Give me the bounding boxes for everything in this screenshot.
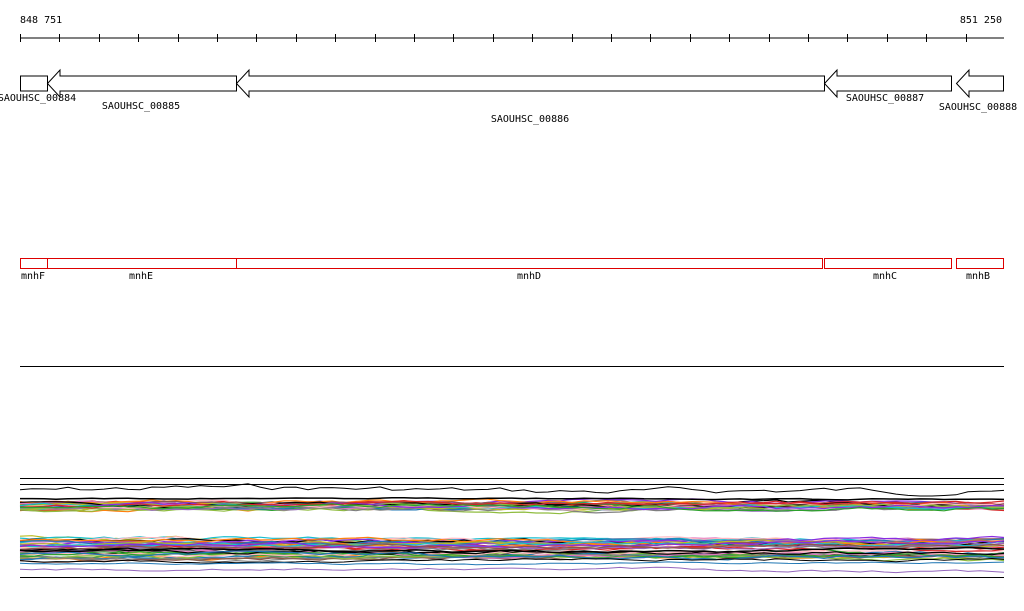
locus-label-00884: SAOUHSC_00884 — [0, 93, 76, 104]
locus-label-00887: SAOUHSC_00887 — [846, 93, 924, 104]
locus-label-00886: SAOUHSC_00886 — [491, 114, 569, 125]
gene-name-mnhB: mnhB — [966, 271, 990, 282]
gene-name-track: mnhF mnhE mnhD mnhC mnhB — [20, 258, 1004, 282]
expression-profile-line — [20, 497, 1005, 501]
name-box-mnhC[interactable] — [824, 258, 952, 269]
locus-label-00888: SAOUHSC_00888 — [939, 102, 1017, 113]
gene-arrow-00888[interactable] — [955, 68, 1004, 99]
name-box-mnhD[interactable] — [236, 258, 823, 269]
gene-SAOUHSC_00887[interactable]: SAOUHSC_00887 — [823, 68, 952, 104]
ruler-end-label: 851 250 — [960, 15, 1002, 26]
gene-name-mnhF: mnhF — [21, 271, 45, 282]
gene-name-mnhE: mnhE — [129, 271, 153, 282]
gene-arrow-00886[interactable] — [235, 68, 825, 99]
genome-browser: 848 751 851 250 SAOUHSC_00884 SAOUHSC_00… — [0, 15, 1017, 578]
gene-locus-track: SAOUHSC_00884 SAOUHSC_00885 SAOUHSC_0088… — [0, 68, 1017, 125]
gene-name-mnhC: mnhC — [873, 271, 897, 282]
gene-SAOUHSC_00885[interactable]: SAOUHSC_00885 — [46, 68, 237, 112]
gene-name-mnhD: mnhD — [517, 271, 541, 282]
name-box-mnhF[interactable] — [20, 258, 48, 269]
expression-profile-line — [19, 483, 1005, 497]
name-box-mnhE[interactable] — [47, 258, 237, 269]
expression-lines — [19, 483, 1005, 574]
expression-profile-line — [19, 566, 1005, 574]
ruler-start-label: 848 751 — [20, 15, 62, 26]
gene-SAOUHSC_00886[interactable]: SAOUHSC_00886 — [235, 68, 825, 125]
gene-arrow-00884[interactable] — [20, 75, 48, 92]
coordinate-ruler: 848 751 851 250 — [20, 15, 1004, 42]
expression-track — [19, 478, 1005, 578]
name-box-mnhB[interactable] — [956, 258, 1004, 269]
locus-label-00885: SAOUHSC_00885 — [102, 101, 180, 112]
